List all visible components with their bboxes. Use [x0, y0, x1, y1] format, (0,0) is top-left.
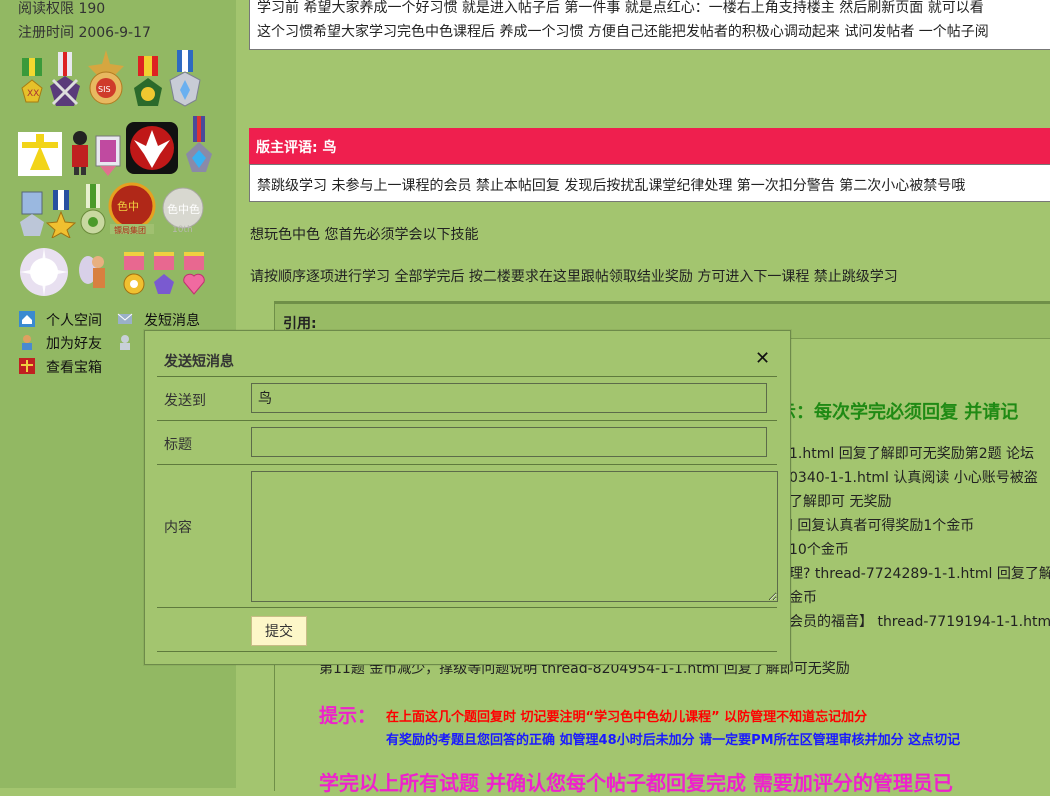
medal-green-icon	[80, 184, 106, 235]
add-friend-link[interactable]: 加为好友	[46, 333, 102, 353]
user-icon	[120, 335, 130, 350]
submit-button[interactable]: 提交	[251, 616, 307, 646]
divider	[157, 420, 777, 421]
medal-figure-icon	[72, 131, 88, 175]
medal-wings-icon	[126, 122, 178, 174]
tip-label: 提示：	[319, 705, 377, 727]
medal-sis-icon: SIS	[88, 50, 124, 105]
moderator-comment-box: 禁跳级学习 未参与上一课程的会员 禁止本帖回复 发现后按扰乱课堂纪律处理 第一次…	[249, 164, 1050, 202]
moderator-comment-bar: 版主评语: 鸟	[249, 128, 1050, 164]
post-intro-box: 学习前 希望大家养成一个好习惯 就是进入帖子后 第一件事 就是点红心：一楼右上角…	[249, 0, 1050, 50]
view-treasure-link[interactable]: 查看宝箱	[46, 357, 102, 377]
send-message-link[interactable]: 发短消息	[144, 310, 200, 330]
divider	[157, 607, 777, 608]
content-textarea[interactable]	[251, 471, 778, 602]
divider	[157, 651, 777, 652]
personal-space-link[interactable]: 个人空间	[46, 310, 102, 330]
svg-text:镖局集团: 镖局集团	[114, 225, 146, 235]
medal-pink-icon	[95, 135, 121, 176]
add-friend-icon	[22, 335, 32, 350]
read-permission: 阅读权限 190	[18, 1, 106, 17]
moderator-comment-text: 禁跳级学习 未参与上一课程的会员 禁止本帖回复 发现后按扰乱课堂纪律处理 第一次…	[257, 178, 966, 194]
medal-angel-icon	[79, 256, 105, 288]
message-icon	[117, 313, 133, 324]
svg-text:SIS: SIS	[98, 85, 111, 94]
medal-silver-round-icon: 色中色 10th	[162, 187, 204, 235]
medal-gold-icon	[134, 56, 162, 106]
medal-sparkle-icon	[20, 248, 68, 296]
post-intro-line-1: 学习前 希望大家养成一个好习惯 就是进入帖子后 第一件事 就是点红心：一楼右上角…	[257, 0, 984, 16]
register-time: 注册时间 2006-9-17	[18, 25, 151, 41]
treasure-box-icon	[19, 358, 35, 374]
quote-item-5: 10个金币	[789, 542, 849, 558]
quote-item-1: 1.html 回复了解即可无奖励第2题 论坛	[789, 446, 1035, 462]
medal-gem-icon	[154, 252, 174, 294]
quote-item-3: 了解即可 无奖励	[789, 494, 892, 510]
quote-item-4: l 回复认真者可得奖励1个金币	[789, 518, 975, 534]
tip-blue-text: 有奖励的考题且您回答的正确 如管理48小时后未加分 请一定要PM所在区管理审核并…	[386, 733, 961, 748]
subject-input[interactable]	[251, 427, 767, 457]
svg-text:XX: XX	[27, 89, 39, 99]
content-label: 内容	[164, 520, 192, 536]
skill-text: 想玩色中色 您首先必须学会以下技能	[250, 227, 479, 243]
quote-item-6: 理? thread-7724289-1-1.html 回复了解	[789, 566, 1050, 582]
quote-item-2: 0340-1-1.html 认真阅读 小心账号被盗	[789, 470, 1038, 486]
to-label: 发送到	[164, 393, 206, 409]
bottom-notice: 学完以上所有试题 并确认您每个帖子都回复完成 需要加评分的管理员已	[319, 771, 953, 795]
medal-group-icon: 色中 镖局集团	[108, 182, 156, 235]
send-message-dialog: 发送短消息 ✕ 发送到 标题 内容 提交	[144, 330, 791, 665]
quote-item-7: 金币	[789, 590, 817, 606]
svg-text:色中色: 色中色	[167, 202, 200, 216]
medal-silver-icon	[169, 50, 201, 107]
medal-star-icon: XX	[21, 58, 43, 103]
moderator-comment-title: 版主评语: 鸟	[256, 140, 337, 156]
medal-cross-icon	[50, 52, 80, 106]
medal-yellow-badge-icon	[18, 132, 62, 176]
quote-item-8: 会员的福音】 thread-7719194-1-1.html	[789, 614, 1050, 630]
medal-blue-gem-icon	[186, 116, 212, 172]
medal-heart-icon	[183, 252, 205, 295]
svg-text:色中: 色中	[117, 199, 139, 213]
subject-label: 标题	[164, 437, 192, 453]
dialog-title: 发送短消息	[164, 354, 234, 370]
divider	[157, 464, 777, 465]
recipient-input[interactable]	[251, 383, 767, 413]
medal-blue-star-icon	[46, 190, 76, 238]
order-text: 请按顺序逐项进行学习 全部学完后 按二楼要求在这里跟帖领取结业奖励 方可进入下一…	[250, 269, 898, 285]
divider	[157, 376, 777, 377]
medal-flower-icon	[123, 252, 145, 295]
home-icon	[19, 311, 35, 327]
tip-red-text: 在上面这几个题回复时 切记要注明“学习色中色幼儿课程” 以防管理不知道忘记加分	[386, 710, 868, 725]
quote-heading: 示：每次学完必须回复 并请记	[778, 402, 1019, 423]
medal-gate-icon	[20, 191, 44, 236]
close-icon[interactable]: ✕	[755, 348, 770, 369]
post-intro-line-2: 这个习惯希望大家学习完色中色课程后 养成一个习惯 方便自己还能把发帖者的积极心调…	[257, 24, 989, 40]
svg-text:10th: 10th	[172, 225, 193, 235]
